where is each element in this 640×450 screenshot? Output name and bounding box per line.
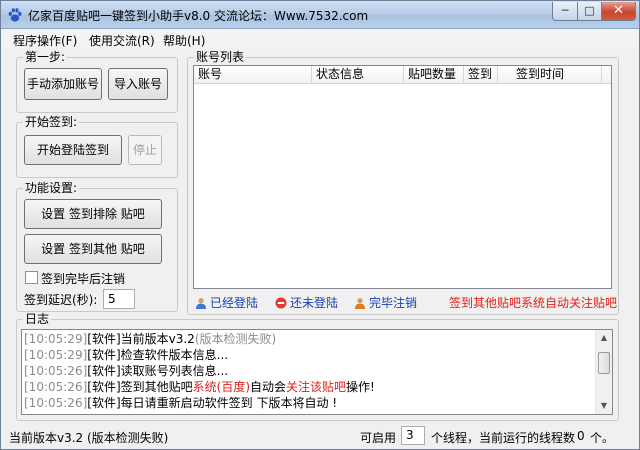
threads-label: 可启用 bbox=[360, 431, 397, 445]
delay-input[interactable]: 5 bbox=[103, 289, 135, 309]
start-label: 开始签到: bbox=[23, 115, 80, 129]
log-scrollbar[interactable]: ▲ ▼ bbox=[595, 330, 612, 414]
user-blue-icon bbox=[196, 298, 206, 309]
status-bar: 当前版本v3.2 (版本检测失败) 可启用 3 个线程，当前运行的线程数 0 个… bbox=[1, 423, 639, 449]
baidu-paw-icon bbox=[8, 8, 22, 22]
menu-bar: 程序操作(F) 使用交流(R) 帮助(H) bbox=[1, 29, 639, 48]
scroll-thumb[interactable] bbox=[598, 352, 610, 374]
log-line: [10:05:26][软件]签到其他贴吧系统(百度)自动会关注该贴吧操作! bbox=[24, 380, 375, 395]
start-group: 开始签到: 开始登陆签到 停止 bbox=[16, 115, 178, 178]
log-box[interactable]: [10:05:29][软件]当前版本v3.2(版本检测失败) [10:05:29… bbox=[21, 329, 613, 415]
legend-done-logout-text: 完毕注销 bbox=[369, 296, 418, 310]
stop-button[interactable]: 停止 bbox=[128, 135, 162, 165]
app-window: 亿家百度贴吧一键签到小助手v8.0 交流论坛：Www.7532.com ─ □ … bbox=[0, 0, 640, 450]
legend-not-logged: 还未登陆 bbox=[275, 294, 338, 311]
start-signin-button[interactable]: 开始登陆签到 bbox=[24, 135, 122, 165]
log-time: [10:05:26] bbox=[24, 380, 88, 394]
log-line: [10:05:29][软件]检查软件版本信息... bbox=[24, 348, 228, 363]
log-note: (版本检测失败) bbox=[194, 332, 277, 346]
log-time: [10:05:26] bbox=[24, 396, 88, 410]
log-time: [10:05:26] bbox=[24, 364, 88, 378]
legend-not-logged-text: 还未登陆 bbox=[290, 296, 339, 310]
status-version: 当前版本v3.2 (版本检测失败) bbox=[9, 431, 169, 445]
stop-red-icon bbox=[275, 297, 287, 309]
log-text: 操作! bbox=[346, 380, 375, 394]
column-signin[interactable]: 签到 bbox=[464, 66, 498, 84]
threads-input[interactable]: 3 bbox=[401, 426, 425, 445]
column-account[interactable]: 账号 bbox=[194, 66, 312, 84]
exclude-forums-button[interactable]: 设置 签到排除 贴吧 bbox=[24, 199, 162, 229]
user-orange-icon bbox=[355, 298, 365, 309]
account-list[interactable]: 账号 状态信息 贴吧数量 签到 签到时间 bbox=[193, 65, 612, 289]
log-text: [软件]签到其他贴吧 bbox=[87, 380, 193, 394]
running-count: 0 bbox=[577, 429, 585, 443]
log-time: [10:05:29] bbox=[24, 348, 88, 362]
close-button[interactable]: ✕ bbox=[601, 2, 636, 21]
menu-community[interactable]: 使用交流(R) bbox=[89, 32, 155, 49]
legend-done-logout: 完毕注销 bbox=[354, 294, 417, 311]
step1-group: 第一步: 手动添加账号 导入账号 bbox=[16, 50, 178, 113]
log-label: 日志 bbox=[23, 312, 52, 326]
log-highlight: 关注该贴吧 bbox=[286, 380, 347, 394]
log-line: [10:05:29][软件]当前版本v3.2(版本检测失败) bbox=[24, 332, 276, 347]
scroll-down-icon[interactable]: ▼ bbox=[596, 398, 612, 414]
log-time: [10:05:29] bbox=[24, 332, 88, 346]
log-text: [软件]检查软件版本信息... bbox=[87, 348, 229, 362]
settings-label: 功能设置: bbox=[23, 181, 80, 195]
account-list-header: 账号 状态信息 贴吧数量 签到 签到时间 bbox=[194, 66, 611, 84]
threads-suffix: 个线程，当前运行的线程数 bbox=[431, 431, 576, 445]
menu-help[interactable]: 帮助(H) bbox=[163, 32, 205, 49]
maximize-button[interactable]: □ bbox=[577, 2, 602, 21]
column-status[interactable]: 状态信息 bbox=[312, 66, 404, 84]
log-text: [软件]当前版本v3.2 bbox=[87, 332, 195, 346]
menu-program[interactable]: 程序操作(F) bbox=[13, 32, 77, 49]
column-forum-count[interactable]: 贴吧数量 bbox=[404, 66, 464, 84]
step1-label: 第一步: bbox=[23, 50, 68, 64]
log-line: [10:05:26][软件]读取账号列表信息... bbox=[24, 364, 228, 379]
log-text: [软件]每日请重新启动软件签到 下版本将自动 ! bbox=[87, 396, 338, 410]
delay-label: 签到延迟(秒): bbox=[24, 293, 98, 307]
legend-logged-in: 已经登陆 bbox=[195, 294, 258, 311]
accounts-label: 账号列表 bbox=[194, 50, 247, 64]
logout-after-label: 签到完毕后注销 bbox=[41, 272, 126, 286]
column-signin-time[interactable]: 签到时间 bbox=[498, 66, 602, 84]
log-line: [10:05:26][软件]每日请重新启动软件签到 下版本将自动 ! bbox=[24, 396, 337, 411]
log-text: [软件]读取账号列表信息... bbox=[87, 364, 229, 378]
running-suffix: 个。 bbox=[590, 431, 615, 445]
import-account-button[interactable]: 导入账号 bbox=[108, 68, 168, 100]
settings-group: 功能设置: 设置 签到排除 贴吧 设置 签到其他 贴吧 签到完毕后注销 签到延迟… bbox=[16, 181, 178, 312]
logout-after-checkbox[interactable] bbox=[25, 271, 38, 284]
title-bar[interactable]: 亿家百度贴吧一键签到小助手v8.0 交流论坛：Www.7532.com ─ □ … bbox=[1, 1, 639, 29]
log-highlight: 系统(百度) bbox=[192, 380, 251, 394]
other-forums-button[interactable]: 设置 签到其他 贴吧 bbox=[24, 234, 162, 264]
log-text: 自动会 bbox=[250, 380, 287, 394]
auto-follow-notice: 签到其他贴吧系统自动关注贴吧 bbox=[449, 296, 618, 310]
scroll-up-icon[interactable]: ▲ bbox=[596, 330, 612, 346]
window-title: 亿家百度贴吧一键签到小助手v8.0 交流论坛：Www.7532.com bbox=[28, 9, 369, 23]
minimize-button[interactable]: ─ bbox=[552, 2, 578, 21]
legend-logged-in-text: 已经登陆 bbox=[210, 296, 259, 310]
add-account-button[interactable]: 手动添加账号 bbox=[24, 68, 102, 100]
